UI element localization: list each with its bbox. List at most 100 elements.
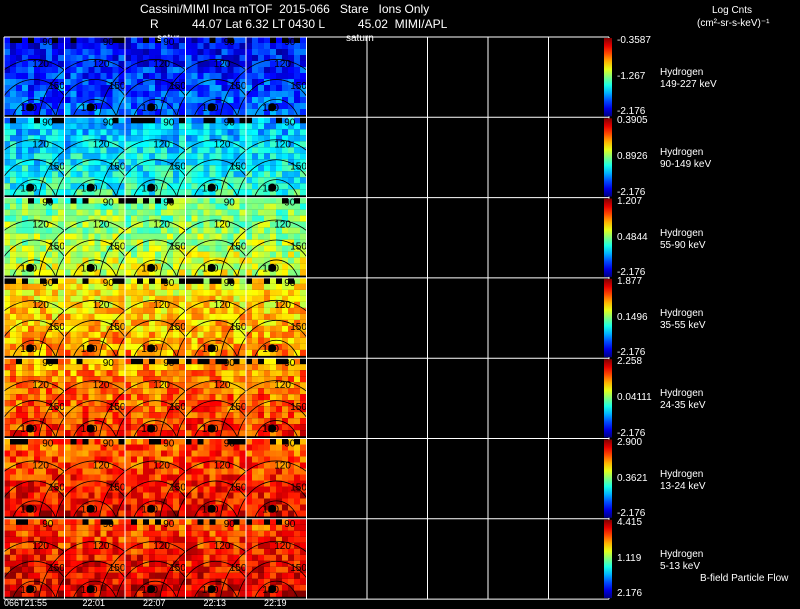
angle-label: 150 xyxy=(48,161,65,172)
angle-label: 180 xyxy=(141,424,158,435)
color-bar xyxy=(604,359,612,438)
angle-label: 120 xyxy=(214,220,231,231)
angle-label: 90 xyxy=(163,117,175,128)
angle-label: 180 xyxy=(262,264,279,275)
angle-label: 120 xyxy=(214,139,231,150)
angle-label: 180 xyxy=(20,344,37,355)
color-bar xyxy=(604,439,612,518)
angle-label: 180 xyxy=(20,183,37,194)
angle-label: 120 xyxy=(153,300,170,311)
angle-label: 180 xyxy=(262,344,279,355)
color-bar-max: 1.877 xyxy=(617,275,643,287)
color-bar xyxy=(604,278,612,358)
angle-label: 90 xyxy=(163,358,175,369)
angle-label: 90 xyxy=(163,519,175,530)
angle-label: 150 xyxy=(109,322,126,333)
angle-label: 120 xyxy=(274,300,291,311)
angle-label: 150 xyxy=(230,81,247,92)
angle-label: 180 xyxy=(141,264,158,275)
angle-label: 150 xyxy=(169,81,186,92)
angle-label: 180 xyxy=(141,344,158,355)
angle-label: 120 xyxy=(153,139,170,150)
angle-label: 120 xyxy=(274,380,291,391)
angle-label: 150 xyxy=(109,161,126,172)
color-bar-max: 0.3905 xyxy=(617,115,648,127)
angle-label: 150 xyxy=(230,322,247,333)
angle-label: 180 xyxy=(262,424,279,435)
angle-label: 120 xyxy=(32,461,49,472)
angle-label: 90 xyxy=(284,37,296,48)
color-bar-mid: -1.267 xyxy=(617,71,646,82)
angle-label: 90 xyxy=(103,519,115,530)
angle-label: 120 xyxy=(214,461,231,472)
angle-label: 120 xyxy=(214,59,231,70)
angle-label: 150 xyxy=(230,402,247,413)
time-label: 22:13 xyxy=(203,598,227,608)
angle-label: 90 xyxy=(103,278,115,289)
color-bar-mid: 0.1496 xyxy=(617,311,648,323)
angle-label: 120 xyxy=(214,300,231,311)
species-label: Hydrogen 35-55 keV xyxy=(660,307,706,331)
angle-label: 180 xyxy=(262,103,279,114)
angle-label: 150 xyxy=(48,402,65,413)
angle-label: 180 xyxy=(202,103,219,114)
color-bar-max: -0.3587 xyxy=(617,35,651,46)
angle-label: 150 xyxy=(109,483,126,494)
angle-label: 120 xyxy=(93,139,110,150)
angle-label: 180 xyxy=(141,505,158,516)
angle-label: 180 xyxy=(81,505,98,516)
angle-label: 120 xyxy=(93,461,110,472)
angle-label: 150 xyxy=(290,81,307,92)
angle-label: 120 xyxy=(93,300,110,311)
footer-note: B-field Particle Flow xyxy=(700,573,789,584)
angle-label: 150 xyxy=(48,563,65,574)
angle-label: 120 xyxy=(32,300,49,311)
color-bar-mid: 1.119 xyxy=(617,552,642,564)
angle-label: 150 xyxy=(290,322,307,333)
color-bar-mid: 0.3621 xyxy=(617,472,648,484)
angle-label: 120 xyxy=(274,220,291,231)
angle-label: 150 xyxy=(169,402,186,413)
angle-label: 150 xyxy=(48,242,65,253)
angle-label: 150 xyxy=(109,563,126,574)
angle-label: 90 xyxy=(42,198,54,209)
angle-label: 120 xyxy=(93,59,110,70)
angle-label: 120 xyxy=(32,139,49,150)
angle-label: 90 xyxy=(163,439,175,450)
time-label: 22:07 xyxy=(143,598,166,608)
color-bar xyxy=(604,118,612,197)
angle-label: 150 xyxy=(290,483,307,494)
angle-label: 120 xyxy=(32,380,49,391)
angle-label: 90 xyxy=(103,439,115,450)
angle-label: 90 xyxy=(224,519,236,530)
angle-label: 120 xyxy=(153,59,170,70)
angle-label: 180 xyxy=(81,585,98,596)
angle-label: 90 xyxy=(163,278,175,289)
angle-label: 90 xyxy=(284,358,296,369)
angle-label: 90 xyxy=(224,117,236,128)
angle-label: 150 xyxy=(169,563,186,574)
color-bar-max: 2.900 xyxy=(617,436,643,448)
angle-label: 180 xyxy=(81,344,98,355)
species-label: Hydrogen 24-35 keV xyxy=(660,388,706,412)
angle-label: 180 xyxy=(81,183,98,194)
angle-label: 120 xyxy=(153,461,170,472)
angle-label: 120 xyxy=(214,380,231,391)
angle-label: 90 xyxy=(224,37,236,48)
angle-label: 180 xyxy=(81,103,98,114)
angle-label: 120 xyxy=(93,220,110,231)
angle-label: 180 xyxy=(202,505,219,516)
angle-label: 120 xyxy=(274,59,291,70)
species-label: Hydrogen 13-24 keV xyxy=(660,468,706,492)
angle-label: 90 xyxy=(42,439,54,450)
color-bar xyxy=(604,198,612,277)
angle-label: 150 xyxy=(290,563,307,574)
angle-label: 180 xyxy=(202,424,219,435)
angle-label: 150 xyxy=(109,402,126,413)
angle-label: 150 xyxy=(290,161,307,172)
time-label: 066T21:55 xyxy=(4,598,48,608)
color-bar-mid: 0.04111 xyxy=(617,392,652,404)
species-label: Hydrogen 90-149 keV xyxy=(660,147,712,171)
angle-label: 90 xyxy=(103,198,115,209)
angle-label: 150 xyxy=(169,322,186,333)
